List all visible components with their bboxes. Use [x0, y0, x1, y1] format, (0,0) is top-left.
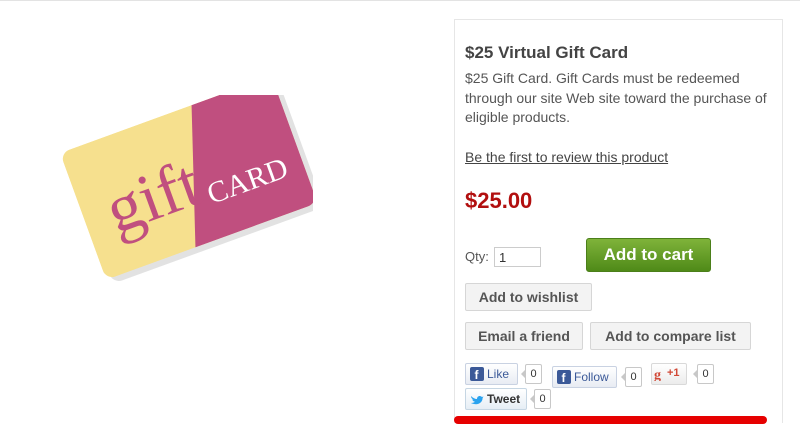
email-friend-button[interactable]: Email a friend [465, 322, 583, 350]
like-count: 0 [521, 364, 542, 384]
google-plus-icon: g [654, 368, 661, 381]
product-title: $25 Virtual Gift Card [465, 43, 629, 62]
facebook-icon: f [470, 367, 484, 381]
tweet-label: Tweet [487, 392, 521, 406]
red-underline-bar [454, 416, 767, 424]
like-label: Like [487, 367, 510, 381]
facebook-icon: f [557, 370, 571, 384]
review-link[interactable]: Be the first to review this product [465, 149, 668, 165]
follow-label: Follow [574, 370, 609, 384]
svg-text:g: g [654, 368, 661, 381]
qty-input[interactable] [494, 247, 541, 267]
qty-label: Qty: [465, 249, 489, 264]
follow-count: 0 [621, 367, 642, 387]
twitter-bird-icon [471, 395, 484, 405]
tweet-count: 0 [530, 389, 551, 409]
add-to-wishlist-button[interactable]: Add to wishlist [465, 283, 592, 311]
product-price: $25.00 [465, 188, 533, 213]
google-plus-one-button[interactable]: g +1 [651, 363, 687, 385]
gplus-count: 0 [693, 364, 714, 384]
gift-card-image: gift CARD [60, 95, 313, 281]
top-divider [0, 0, 800, 1]
add-to-compare-button[interactable]: Add to compare list [590, 322, 751, 350]
add-to-cart-button[interactable]: Add to cart [586, 238, 711, 272]
facebook-follow-button[interactable]: f Follow [552, 366, 617, 388]
product-info-panel: $25 Virtual Gift Card $25 Gift Card. Gif… [454, 19, 783, 423]
gplus-label: +1 [667, 367, 680, 379]
facebook-like-button[interactable]: f Like [465, 363, 518, 385]
product-description: $25 Gift Card. Gift Cards must be redeem… [465, 70, 767, 125]
tweet-button[interactable]: Tweet [465, 388, 527, 410]
